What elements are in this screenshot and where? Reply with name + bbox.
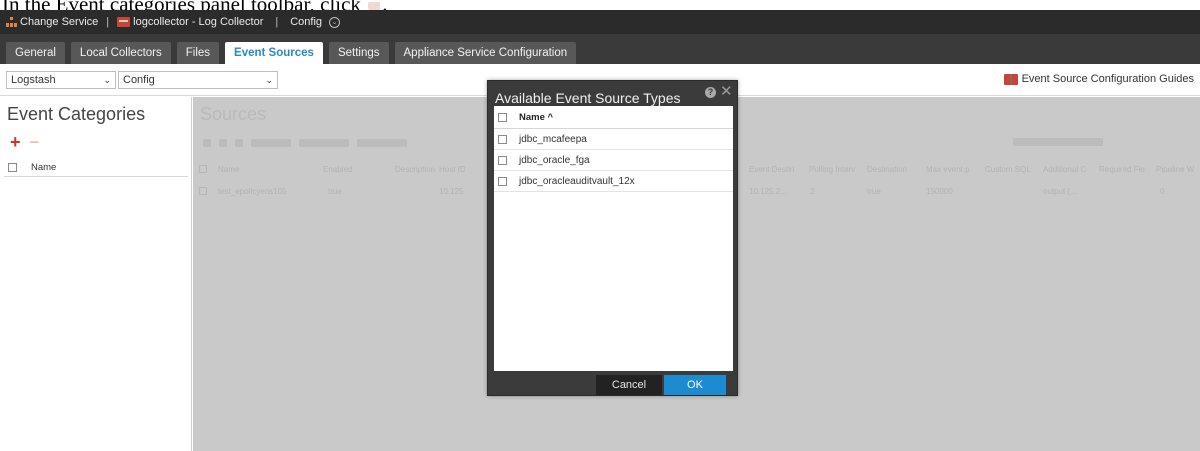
service-name: logcollector - Log Collector <box>133 16 264 28</box>
cell-event-dest: 10.125.2... <box>749 187 787 196</box>
mode-select[interactable]: Config ⌄ <box>118 71 278 89</box>
service-tree-icon <box>6 17 17 27</box>
ok-button[interactable]: OK <box>664 375 726 395</box>
cell-polling: 2 <box>810 187 815 196</box>
edit-icon <box>235 139 243 147</box>
separator: | <box>275 16 279 28</box>
col-destination: Destination <box>867 165 908 174</box>
event-source-type-list: Name ^ jdbc_mcafeepa jdbc_oracle_fga jdb… <box>494 106 733 371</box>
remove-icon[interactable]: − <box>29 133 40 151</box>
top-bar: Change Service | logcollector - Log Coll… <box>0 10 1200 34</box>
list-item[interactable]: jdbc_oracle_fga <box>494 150 733 171</box>
col-polling: Polling Interv <box>809 165 856 174</box>
col-custom-sql: Custom SQL <box>985 165 1031 174</box>
cell-host: 10.125 <box>439 187 464 196</box>
list-item[interactable]: jdbc_mcafeepa <box>494 129 733 150</box>
select-all-checkbox[interactable] <box>498 112 507 122</box>
service-selector[interactable]: logcollector - Log Collector <box>117 16 263 28</box>
mode-value: Config <box>123 74 155 86</box>
change-service-label: Change Service <box>20 16 99 28</box>
filter-tool <box>1013 138 1103 146</box>
config-guides-link[interactable]: Event Source Configuration Guides <box>1003 73 1194 85</box>
collector-value: Logstash <box>11 74 56 86</box>
list-item[interactable]: jdbc_oracleauditvault_12x <box>494 171 733 192</box>
cell-destination: true <box>867 187 881 196</box>
col-pipeline: Pipeline W <box>1156 165 1195 174</box>
cell-name: test_epolicyens105 <box>218 187 287 196</box>
dialog-title: Available Event Source Types <box>495 90 681 106</box>
name-column-sort[interactable]: Name ^ <box>519 112 553 123</box>
chevron-down-icon: ⌄ <box>329 16 341 28</box>
item-name: jdbc_oracle_fga <box>519 154 590 166</box>
col-max-events: Max event p <box>926 165 970 174</box>
available-event-source-types-dialog: Available Event Source Types ? ✕ Name ^ … <box>487 80 738 396</box>
cell-pipeline: 0 <box>1160 187 1165 196</box>
collector-select[interactable]: Logstash ⌄ <box>6 71 116 89</box>
item-name: jdbc_oracleauditvault_12x <box>519 175 635 187</box>
tab-appliance-service-configuration[interactable]: Appliance Service Configuration <box>394 42 577 64</box>
cell-additional: output {... <box>1043 187 1077 196</box>
export-icon <box>299 139 349 147</box>
item-checkbox[interactable] <box>498 155 507 165</box>
tab-general[interactable]: General <box>6 42 65 64</box>
sources-title: Sources <box>200 104 267 124</box>
add-icon[interactable]: + <box>10 133 21 151</box>
cell-max-events: 150000 <box>926 187 953 196</box>
dialog-footer: Cancel OK <box>494 373 733 395</box>
item-checkbox[interactable] <box>498 176 507 186</box>
chevron-down-icon: ⌄ <box>103 74 111 85</box>
col-host-id: Host ID <box>439 165 466 174</box>
tab-settings[interactable]: Settings <box>328 42 389 64</box>
col-description: Description <box>395 165 436 174</box>
add-icon <box>368 2 381 11</box>
col-required: Required Fie <box>1099 165 1145 174</box>
tab-files[interactable]: Files <box>176 42 220 64</box>
col-name: Name <box>218 165 240 174</box>
row-checkbox <box>199 187 207 195</box>
select-all-checkbox <box>199 165 207 173</box>
chevron-down-icon: ⌄ <box>265 74 273 85</box>
tab-bar: General Local Collectors Files Event Sou… <box>0 34 1200 64</box>
log-collector-icon <box>117 17 131 27</box>
close-icon[interactable]: ✕ <box>720 84 733 99</box>
panel-title: Event Categories <box>7 104 146 124</box>
column-name: Name <box>31 161 57 173</box>
item-checkbox[interactable] <box>498 134 507 144</box>
change-service-link[interactable]: Change Service <box>6 16 98 28</box>
list-header: Name ^ <box>494 106 733 129</box>
separator: | <box>106 16 110 28</box>
test-icon <box>357 139 407 147</box>
book-icon <box>1003 73 1018 85</box>
cell-enabled: true <box>328 187 342 196</box>
help-icon[interactable]: ? <box>705 87 716 98</box>
remove-icon <box>219 139 227 147</box>
col-additional: Additional C <box>1043 165 1087 174</box>
add-icon <box>203 139 211 147</box>
config-label: Config <box>290 16 323 28</box>
import-icon <box>251 139 291 147</box>
sources-toolbar <box>203 137 407 149</box>
guides-label: Event Source Configuration Guides <box>1021 73 1194 85</box>
config-menu[interactable]: Config ⌄ <box>290 16 341 28</box>
col-event-dest: Event Destin <box>749 165 795 174</box>
select-all-checkbox[interactable] <box>8 162 17 172</box>
item-name: jdbc_mcafeepa <box>519 133 587 145</box>
cancel-button[interactable]: Cancel <box>596 375 662 395</box>
table-header: Name <box>4 158 188 177</box>
tab-local-collectors[interactable]: Local Collectors <box>70 42 171 64</box>
event-categories-panel: Event Categories + − Name <box>0 97 192 451</box>
tab-event-sources[interactable]: Event Sources <box>225 42 323 64</box>
col-enabled: Enabled <box>323 165 353 174</box>
